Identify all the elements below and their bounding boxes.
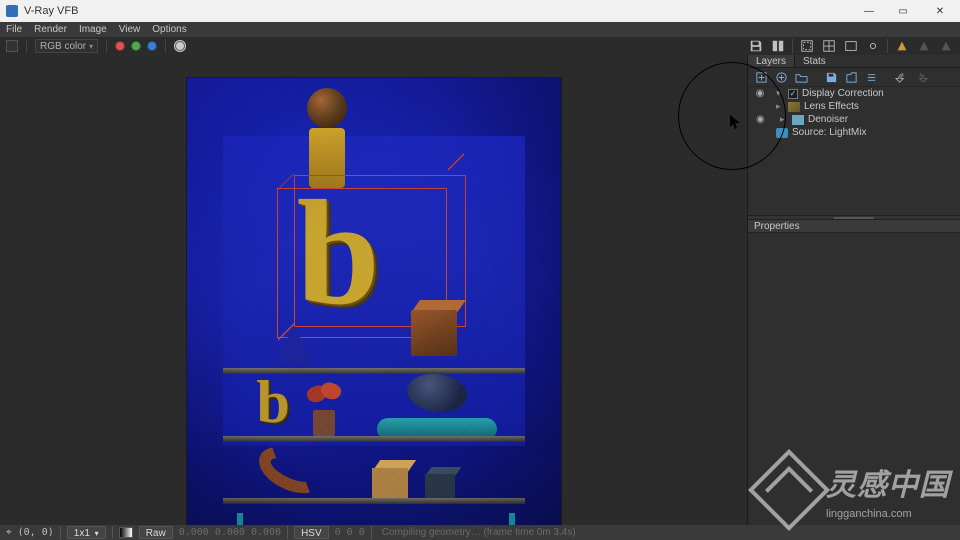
render-viewport[interactable]: b b: [0, 55, 747, 525]
layers-list: ◉ ▾ ✓ Display Correction ▸ Lens Effects …: [748, 87, 960, 139]
lens-effects-icon: [788, 102, 800, 112]
save-image-button[interactable]: [748, 38, 764, 54]
history-a-button[interactable]: [916, 38, 932, 54]
main-area: b b Layers Stats: [0, 55, 960, 525]
chevron-down-icon: ▾: [89, 42, 93, 51]
channel-red-button[interactable]: [115, 41, 125, 51]
cursor-coords: (0, 0): [18, 527, 54, 538]
render-letter-small: b: [257, 368, 290, 437]
hsv-values: 0 0 0: [335, 527, 365, 538]
panorama-button[interactable]: [843, 38, 859, 54]
color-mode-raw[interactable]: Raw: [139, 526, 173, 539]
menu-file[interactable]: File: [6, 24, 22, 35]
history-b-button[interactable]: [938, 38, 954, 54]
pick-color-icon[interactable]: ⌖: [6, 527, 12, 538]
channel-blue-button[interactable]: [147, 41, 157, 51]
raw-values: 0.000 0.000 0.000: [179, 527, 281, 538]
channel-select-label: RGB color: [40, 41, 86, 52]
region-render-button[interactable]: [799, 38, 815, 54]
tab-stats[interactable]: Stats: [795, 55, 834, 67]
menu-options[interactable]: Options: [152, 24, 186, 35]
add-cc-button[interactable]: [774, 70, 788, 84]
app-icon: [6, 5, 18, 17]
channel-green-button[interactable]: [131, 41, 141, 51]
layers-toolbar: [748, 68, 960, 87]
folder-button[interactable]: [794, 70, 808, 84]
enable-checkbox[interactable]: ✓: [788, 89, 798, 99]
compare-button[interactable]: [770, 38, 786, 54]
visibility-toggle-icon[interactable]: ◉: [754, 88, 766, 99]
redo-button[interactable]: [914, 70, 928, 84]
status-bar: ⌖ (0, 0) 1x1 ▾ Raw 0.000 0.000 0.000 HSV…: [0, 525, 960, 540]
menu-render[interactable]: Render: [34, 24, 67, 35]
layer-label: Denoiser: [808, 114, 848, 125]
window-titlebar: V-Ray VFB — ▭ ✕: [0, 0, 960, 22]
layer-label: Display Correction: [802, 88, 884, 99]
menu-image[interactable]: Image: [79, 24, 107, 35]
window-minimize-button[interactable]: —: [852, 0, 886, 22]
save-preset-button[interactable]: [824, 70, 838, 84]
link-viewport-button[interactable]: [865, 38, 881, 54]
denoiser-icon: [792, 115, 804, 125]
status-message: Compiling geometry… (frame time 0m 3.4s): [382, 527, 576, 538]
lightmix-icon: [776, 128, 788, 138]
expand-icon[interactable]: ▸: [776, 101, 784, 112]
channel-select[interactable]: RGB color ▾: [35, 39, 98, 53]
panel-splitter[interactable]: [748, 215, 960, 220]
pixel-ratio-label: 1x1: [74, 528, 90, 539]
tab-layers[interactable]: Layers: [748, 55, 795, 67]
menu-bar: File Render Image View Options: [0, 22, 960, 37]
lightmix-button[interactable]: [894, 38, 910, 54]
layer-denoiser[interactable]: ◉ ▸ Denoiser: [748, 113, 960, 126]
expand-icon[interactable]: ▸: [780, 114, 788, 125]
gradient-icon: [119, 527, 133, 538]
window-close-button[interactable]: ✕: [920, 0, 960, 22]
track-mouse-button[interactable]: [821, 38, 837, 54]
layer-lens-effects[interactable]: ▸ Lens Effects: [748, 100, 960, 113]
undo-button[interactable]: [894, 70, 908, 84]
side-panel: Layers Stats ◉ ▾ ✓ Display Correction: [747, 55, 960, 525]
layer-label: Lens Effects: [804, 101, 859, 112]
chevron-down-icon: ▾: [95, 529, 99, 538]
render-letter: b: [297, 178, 380, 328]
expand-icon[interactable]: ▾: [776, 88, 784, 99]
reset-button[interactable]: [864, 70, 878, 84]
layer-label: Source: LightMix: [792, 127, 866, 138]
window-maximize-button[interactable]: ▭: [886, 0, 920, 22]
channel-mono-button[interactable]: [174, 40, 186, 52]
color-mode-hsv[interactable]: HSV: [294, 526, 329, 539]
pixel-ratio-select[interactable]: 1x1 ▾: [67, 526, 106, 539]
load-preset-button[interactable]: [844, 70, 858, 84]
render-output: b b: [187, 78, 561, 531]
properties-header[interactable]: Properties: [748, 220, 960, 233]
toolbar-right: [748, 38, 954, 54]
channel-swatch-icon: [6, 40, 18, 52]
panel-tabs: Layers Stats: [748, 55, 960, 68]
menu-view[interactable]: View: [119, 24, 141, 35]
window-title: V-Ray VFB: [24, 5, 78, 17]
main-toolbar: RGB color ▾: [0, 37, 960, 55]
layer-source-lightmix[interactable]: Source: LightMix: [748, 126, 960, 139]
layer-display-correction[interactable]: ◉ ▾ ✓ Display Correction: [748, 87, 960, 100]
add-layer-button[interactable]: [754, 70, 768, 84]
